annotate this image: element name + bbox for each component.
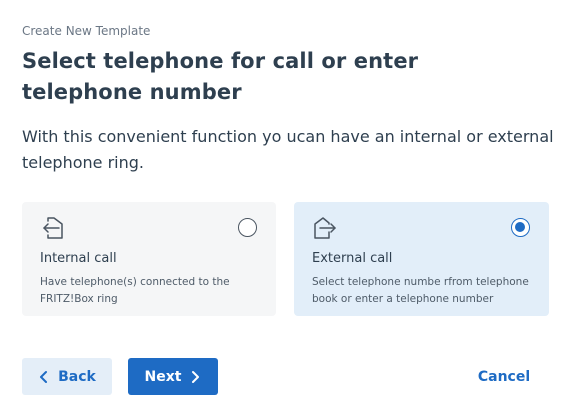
option-card-internal-call[interactable]: Internal call Have telephone(s) connecte… (22, 202, 276, 316)
option-card-external-call[interactable]: External call Select telephone numbe rfr… (294, 202, 549, 316)
next-button[interactable]: Next (128, 358, 218, 395)
page-description: With this convenient function yo ucan ha… (22, 127, 554, 172)
external-call-title: External call (312, 251, 393, 266)
internal-call-title: Internal call (40, 251, 117, 266)
internal-call-radio[interactable] (238, 218, 257, 237)
chevron-right-icon (189, 370, 201, 384)
back-button[interactable]: Back (22, 358, 112, 395)
back-button-label: Back (58, 368, 96, 385)
next-button-label: Next (144, 368, 182, 385)
external-call-radio[interactable] (511, 218, 530, 237)
chevron-left-icon (38, 370, 50, 384)
page-title: Select telephone for call or enter telep… (22, 49, 419, 104)
arrow-left-into-box-icon (40, 216, 66, 240)
cancel-button-label: Cancel (477, 368, 531, 385)
cancel-button[interactable]: Cancel (468, 358, 540, 395)
arrow-right-out-of-box-icon (312, 216, 338, 240)
internal-call-description: Have telephone(s) connected to the FRITZ… (40, 276, 230, 305)
wizard-step-caption: Create New Template (22, 24, 151, 38)
wizard-dialog: Create New Template Select telephone for… (0, 0, 572, 415)
external-call-description: Select telephone numbe rfrom telephone b… (312, 276, 529, 305)
